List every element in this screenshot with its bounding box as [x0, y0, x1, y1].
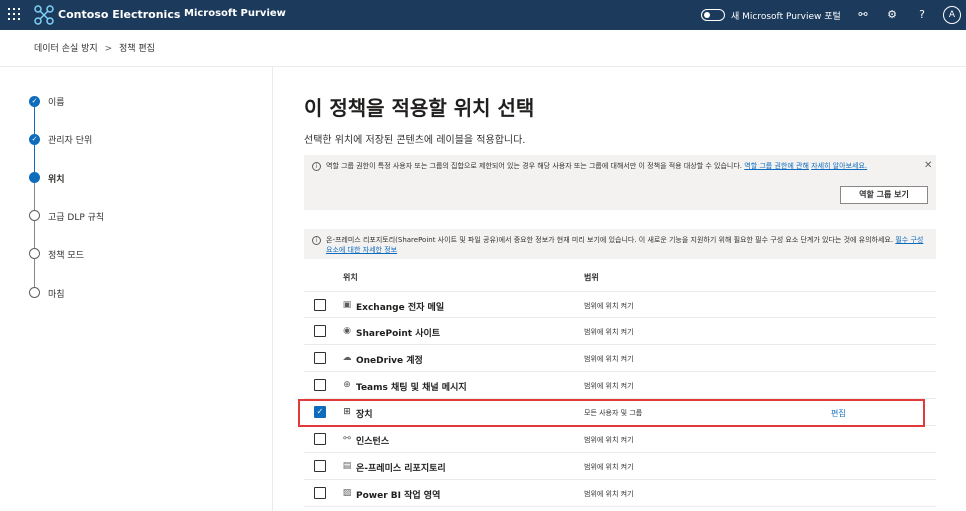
location-name: SharePoint 사이트: [356, 329, 441, 339]
step-policy-mode[interactable]: 정책 모드: [48, 248, 84, 261]
location-name: 인스턴스: [356, 437, 390, 447]
panel-divider: [272, 67, 273, 511]
table-row: ▣ Exchange 전자 메일 범위에 위치 켜기: [304, 291, 936, 318]
app-launcher-icon[interactable]: [8, 8, 20, 20]
learn-more-link[interactable]: 자세히 알아보세요.: [811, 162, 867, 170]
location-scope: 범위에 위치 켜기: [584, 382, 634, 390]
location-scope: 범위에 위치 켜기: [584, 463, 634, 471]
header-divider: [0, 66, 966, 67]
exchange-icon: ▣: [342, 300, 352, 310]
notice-message: 온-프레미스 리포지토리(SharePoint 사이트 및 파일 공유)에서 중…: [326, 236, 894, 244]
help-icon[interactable]: ?: [914, 7, 930, 23]
share-icon[interactable]: ⚯: [855, 7, 871, 23]
location-name: Exchange 전자 메일: [356, 303, 445, 313]
view-role-groups-button[interactable]: 역할 그룹 보기: [840, 186, 928, 204]
step-finish[interactable]: 마침: [48, 287, 65, 300]
breadcrumb: 데이터 손실 방지 > 정책 편집: [34, 41, 155, 54]
role-group-notice-text: 역할 그룹 권한이 특정 사용자 또는 그룹의 집합으로 제한되어 있는 경우 …: [326, 161, 916, 171]
learn-role-group-link[interactable]: 역할 그룹 권한에 관해: [744, 162, 809, 170]
new-portal-toggle[interactable]: [701, 9, 725, 21]
contoso-logo-icon: [34, 5, 54, 25]
page-title: 이 정책을 적용할 위치 선택: [304, 96, 535, 120]
cloud-icon: ☁: [342, 353, 352, 363]
avatar[interactable]: A: [943, 6, 961, 24]
new-portal-label: 새 Microsoft Purview 포털: [731, 12, 841, 22]
teams-icon: ⊕: [343, 380, 351, 390]
sharepoint-icon: ◉: [343, 326, 351, 336]
location-name: Power BI 작업 영역: [356, 491, 441, 501]
step-pending-circle-icon: [29, 287, 40, 298]
table-row: ▤ 온-프레미스 리포지토리 범위에 위치 켜기: [304, 453, 936, 480]
location-scope: 범위에 위치 켜기: [584, 436, 634, 444]
devices-row-highlight: [298, 399, 925, 427]
table-row: ⚯ 인스턴스 범위에 위치 켜기: [304, 426, 936, 453]
role-group-notice: i 역할 그룹 권한이 특정 사용자 또는 그룹의 집합으로 제한되어 있는 경…: [304, 155, 936, 210]
step-done-check-icon: ✓: [29, 134, 40, 145]
close-icon[interactable]: ✕: [924, 160, 932, 171]
table-row: ▨ Power BI 작업 영역 범위에 위치 켜기: [304, 480, 936, 507]
location-checkbox[interactable]: [314, 487, 326, 499]
on-prem-notice: i 온-프레미스 리포지토리(SharePoint 사이트 및 파일 공유)에서…: [304, 229, 936, 259]
step-advanced-dlp-rules[interactable]: 고급 DLP 규칙: [48, 210, 104, 223]
table-row: ☁ OneDrive 계정 범위에 위치 켜기: [304, 345, 936, 372]
instance-icon: ⚯: [343, 434, 351, 444]
page-subtitle: 선택한 위치에 저장된 콘텐츠에 레이블을 적용합니다.: [304, 135, 526, 146]
location-checkbox[interactable]: [314, 433, 326, 445]
powerbi-icon: ▨: [342, 488, 352, 498]
breadcrumb-separator: >: [104, 44, 113, 54]
location-checkbox[interactable]: [314, 379, 326, 391]
notice-message: 역할 그룹 권한이 특정 사용자 또는 그룹의 집합으로 제한되어 있는 경우 …: [326, 162, 743, 170]
column-header-scope: 범위: [584, 273, 599, 282]
table-row: ⊕ Teams 채팅 및 채널 메시지 범위에 위치 켜기: [304, 372, 936, 399]
location-checkbox[interactable]: [314, 299, 326, 311]
location-checkbox[interactable]: [314, 325, 326, 337]
org-name[interactable]: Contoso Electronics: [58, 8, 180, 21]
repository-icon: ▤: [342, 461, 352, 471]
location-scope: 범위에 위치 켜기: [584, 355, 634, 363]
info-icon: i: [312, 236, 321, 245]
location-name: Teams 채팅 및 채널 메시지: [356, 383, 467, 393]
location-scope: 범위에 위치 켜기: [584, 328, 634, 336]
settings-gear-icon[interactable]: ⚙: [884, 7, 900, 23]
step-done-check-icon: ✓: [29, 96, 40, 107]
on-prem-notice-text: 온-프레미스 리포지토리(SharePoint 사이트 및 파일 공유)에서 중…: [326, 235, 926, 255]
location-scope: 범위에 위치 켜기: [584, 490, 634, 498]
location-name: 온-프레미스 리포지토리: [356, 464, 446, 474]
step-name[interactable]: 이름: [48, 95, 65, 108]
location-name: OneDrive 계정: [356, 356, 423, 366]
location-scope: 범위에 위치 켜기: [584, 302, 634, 310]
step-admin-units[interactable]: 관리자 단위: [48, 133, 92, 146]
top-bar: Contoso Electronics Microsoft Purview 새 …: [0, 0, 966, 30]
location-checkbox[interactable]: [314, 352, 326, 364]
step-current-dot-icon: [29, 172, 40, 183]
info-icon: i: [312, 162, 321, 171]
app-name[interactable]: Microsoft Purview: [184, 8, 286, 19]
table-row: ◉ SharePoint 사이트 범위에 위치 켜기: [304, 318, 936, 345]
step-pending-circle-icon: [29, 248, 40, 259]
breadcrumb-edit-policy: 정책 편집: [118, 44, 155, 54]
column-header-location: 위치: [343, 273, 358, 282]
step-locations[interactable]: 위치: [48, 172, 65, 185]
step-pending-circle-icon: [29, 210, 40, 221]
location-checkbox[interactable]: [314, 460, 326, 472]
breadcrumb-dlp[interactable]: 데이터 손실 방지: [34, 44, 98, 54]
